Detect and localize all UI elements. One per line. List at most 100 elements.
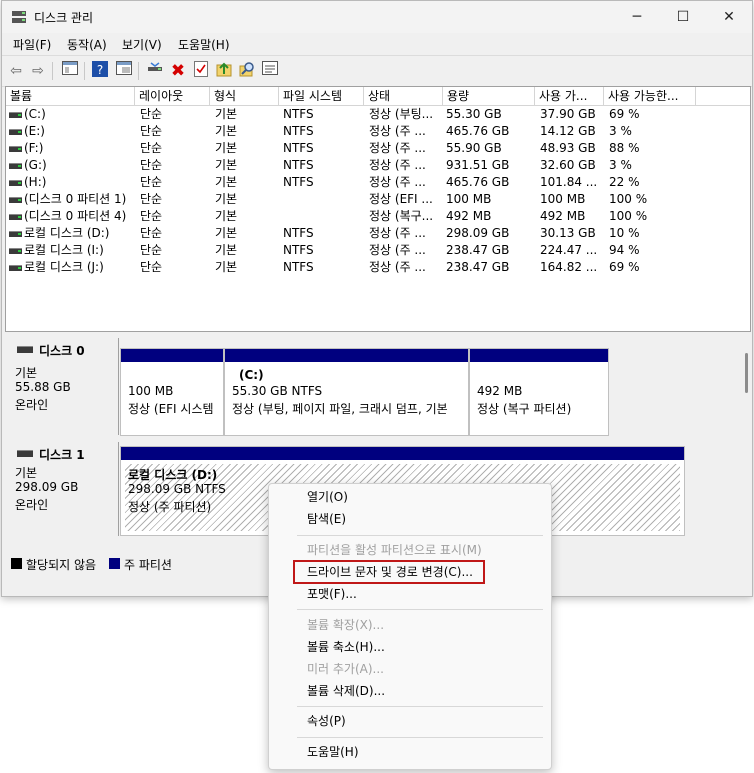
disk-0-partition-1[interactable]: 100 MB 정상 (EFI 시스템 <box>120 348 224 436</box>
menu-shrink-volume[interactable]: 볼륨 축소(H)... <box>307 637 385 657</box>
cell-capacity: 238.47 GB <box>446 260 510 274</box>
cell-free-space: 164.82 ... <box>540 260 598 274</box>
cell-status: 정상 (주 ... <box>369 260 426 274</box>
cell-volume: (디스크 0 파티션 1) <box>24 192 127 206</box>
menu-delete-volume[interactable]: 볼륨 삭제(D)... <box>307 681 385 701</box>
check-icon[interactable] <box>191 61 211 81</box>
volume-row[interactable]: 로컬 디스크 (D:) 단순 기본 NTFS 정상 (주 ... 298.09 GB 30.… <box>6 225 750 242</box>
column-status[interactable]: 상태 <box>364 87 443 105</box>
delete-icon[interactable]: ✖ <box>168 61 188 81</box>
menu-action[interactable]: 동작(A) <box>67 36 107 53</box>
cell-type: 기본 <box>215 260 238 274</box>
cell-layout: 단순 <box>140 107 163 121</box>
unallocated-swatch <box>11 558 22 569</box>
disk-0-name: 디스크 0 <box>39 344 85 358</box>
cell-type: 기본 <box>215 209 238 223</box>
cell-free-space: 30.13 GB <box>540 226 596 240</box>
column-type[interactable]: 형식 <box>210 87 279 105</box>
cell-percent-free: 3 % <box>609 158 632 172</box>
cell-status: 정상 (부팅... <box>369 107 434 121</box>
console-icon[interactable] <box>60 61 80 81</box>
menu-explore[interactable]: 탐색(E) <box>307 509 346 529</box>
volume-row[interactable]: (E:) 단순 기본 NTFS 정상 (주 ... 465.76 GB 14.12 GB 3 … <box>6 123 750 140</box>
cell-type: 기본 <box>215 107 238 121</box>
menu-view[interactable]: 보기(V) <box>122 36 162 53</box>
menu-file[interactable]: 파일(F) <box>13 36 51 53</box>
search-icon[interactable] <box>237 61 257 81</box>
legend-primary: 주 파티션 <box>124 558 172 572</box>
column-volume[interactable]: 볼륨 <box>6 87 135 105</box>
disk-icon <box>17 346 33 353</box>
cell-percent-free: 100 % <box>609 192 648 206</box>
cell-type: 기본 <box>215 192 238 206</box>
menu-properties[interactable]: 속성(P) <box>307 711 346 731</box>
volume-list[interactable]: 볼륨 레이아웃 형식 파일 시스템 상태 용량 사용 가... 사용 가능한..… <box>5 86 751 332</box>
cell-capacity: 55.90 GB <box>446 141 502 155</box>
cell-percent-free: 88 % <box>609 141 640 155</box>
column-capacity[interactable]: 용량 <box>443 87 535 105</box>
menu-help[interactable]: 도움말(H) <box>178 36 230 53</box>
cell-layout: 단순 <box>140 209 163 223</box>
menu-bar: 파일(F) 동작(A) 보기(V) 도움말(H) <box>2 33 752 55</box>
help-icon[interactable]: ? <box>90 61 110 81</box>
volume-row[interactable]: (H:) 단순 기본 NTFS 정상 (주 ... 465.76 GB 101.84 ...… <box>6 174 750 191</box>
menu-open[interactable]: 열기(O) <box>307 487 348 507</box>
volume-row[interactable]: (F:) 단순 기본 NTFS 정상 (주 ... 55.90 GB 48.93 GB 88 … <box>6 140 750 157</box>
volume-row[interactable]: (C:) 단순 기본 NTFS 정상 (부팅... 55.30 GB 37.90 GB 69 … <box>6 106 750 123</box>
partition-body: 492 MB 정상 (복구 파티션) <box>474 366 604 431</box>
maximize-button[interactable]: ☐ <box>660 1 706 33</box>
disk-1-name: 디스크 1 <box>39 448 85 462</box>
column-filesystem[interactable]: 파일 시스템 <box>279 87 364 105</box>
properties-icon[interactable] <box>114 61 134 81</box>
minimize-button[interactable]: ─ <box>614 1 660 33</box>
partition-label: (C:) <box>239 368 264 382</box>
refresh-icon[interactable] <box>214 61 234 81</box>
disk-0-partition-c[interactable]: (C:) 55.30 GB NTFS 정상 (부팅, 페이지 파일, 크래시 덤… <box>224 348 469 436</box>
scrollbar-thumb[interactable] <box>745 353 748 393</box>
column-percent-free[interactable]: 사용 가능한... <box>604 87 696 105</box>
cell-percent-free: 94 % <box>609 243 640 257</box>
cell-volume: (C:) <box>24 107 46 121</box>
volume-row[interactable]: (디스크 0 파티션 4) 단순 기본 정상 (복구... 492 MB 492 MB 10… <box>6 208 750 225</box>
view-icon[interactable] <box>260 61 280 81</box>
menu-format[interactable]: 포맷(F)... <box>307 584 357 604</box>
cell-status: 정상 (주 ... <box>369 243 426 257</box>
disk-map-scrollbar[interactable] <box>742 338 750 573</box>
toolbar-separator <box>84 62 85 80</box>
column-free-space[interactable]: 사용 가... <box>535 87 604 105</box>
close-button[interactable]: ✕ <box>706 1 752 33</box>
cell-type: 기본 <box>215 226 238 240</box>
volume-row[interactable]: 로컬 디스크 (I:) 단순 기본 NTFS 정상 (주 ... 238.47 GB 224… <box>6 242 750 259</box>
cell-free-space: 48.93 GB <box>540 141 596 155</box>
cell-capacity: 931.51 GB <box>446 158 510 172</box>
cell-status: 정상 (주 ... <box>369 175 426 189</box>
menu-change-drive-letter[interactable]: 드라이브 문자 및 경로 변경(C)... <box>307 562 473 582</box>
cell-status: 정상 (EFI ... <box>369 192 433 206</box>
cell-filesystem: NTFS <box>283 175 314 189</box>
cell-capacity: 492 MB <box>446 209 492 223</box>
disk-0-label[interactable]: 디스크 0 기본 55.88 GB 온라인 <box>5 338 119 435</box>
partition-status: 정상 (복구 파티션) <box>477 402 572 416</box>
column-layout[interactable]: 레이아웃 <box>135 87 210 105</box>
forward-icon[interactable]: ⇨ <box>28 61 48 81</box>
back-icon[interactable]: ⇦ <box>6 61 26 81</box>
primary-swatch <box>109 558 120 569</box>
partition-label: 로컬 디스크 (D:) <box>128 468 218 482</box>
cell-status: 정상 (주 ... <box>369 141 426 155</box>
title-bar[interactable]: 디스크 관리 ─ ☐ ✕ <box>2 1 752 33</box>
menu-separator <box>297 609 543 610</box>
disk-0-partition-recovery[interactable]: 492 MB 정상 (복구 파티션) <box>469 348 609 436</box>
cell-free-space: 224.47 ... <box>540 243 598 257</box>
volume-row[interactable]: (디스크 0 파티션 1) 단순 기본 정상 (EFI ... 100 MB 100 MB… <box>6 191 750 208</box>
connect-icon[interactable] <box>145 61 165 81</box>
volume-drive-icon <box>9 265 22 271</box>
cell-filesystem: NTFS <box>283 260 314 274</box>
cell-percent-free: 69 % <box>609 260 640 274</box>
menu-separator <box>297 737 543 738</box>
volume-row[interactable]: (G:) 단순 기본 NTFS 정상 (주 ... 931.51 GB 32.60 GB 3 … <box>6 157 750 174</box>
volume-row[interactable]: 로컬 디스크 (J:) 단순 기본 NTFS 정상 (주 ... 238.47 GB 164… <box>6 259 750 276</box>
menu-help-item[interactable]: 도움말(H) <box>307 742 359 762</box>
disk-1-label[interactable]: 디스크 1 기본 298.09 GB 온라인 <box>5 442 119 536</box>
cell-type: 기본 <box>215 175 238 189</box>
volume-drive-icon <box>9 180 22 186</box>
